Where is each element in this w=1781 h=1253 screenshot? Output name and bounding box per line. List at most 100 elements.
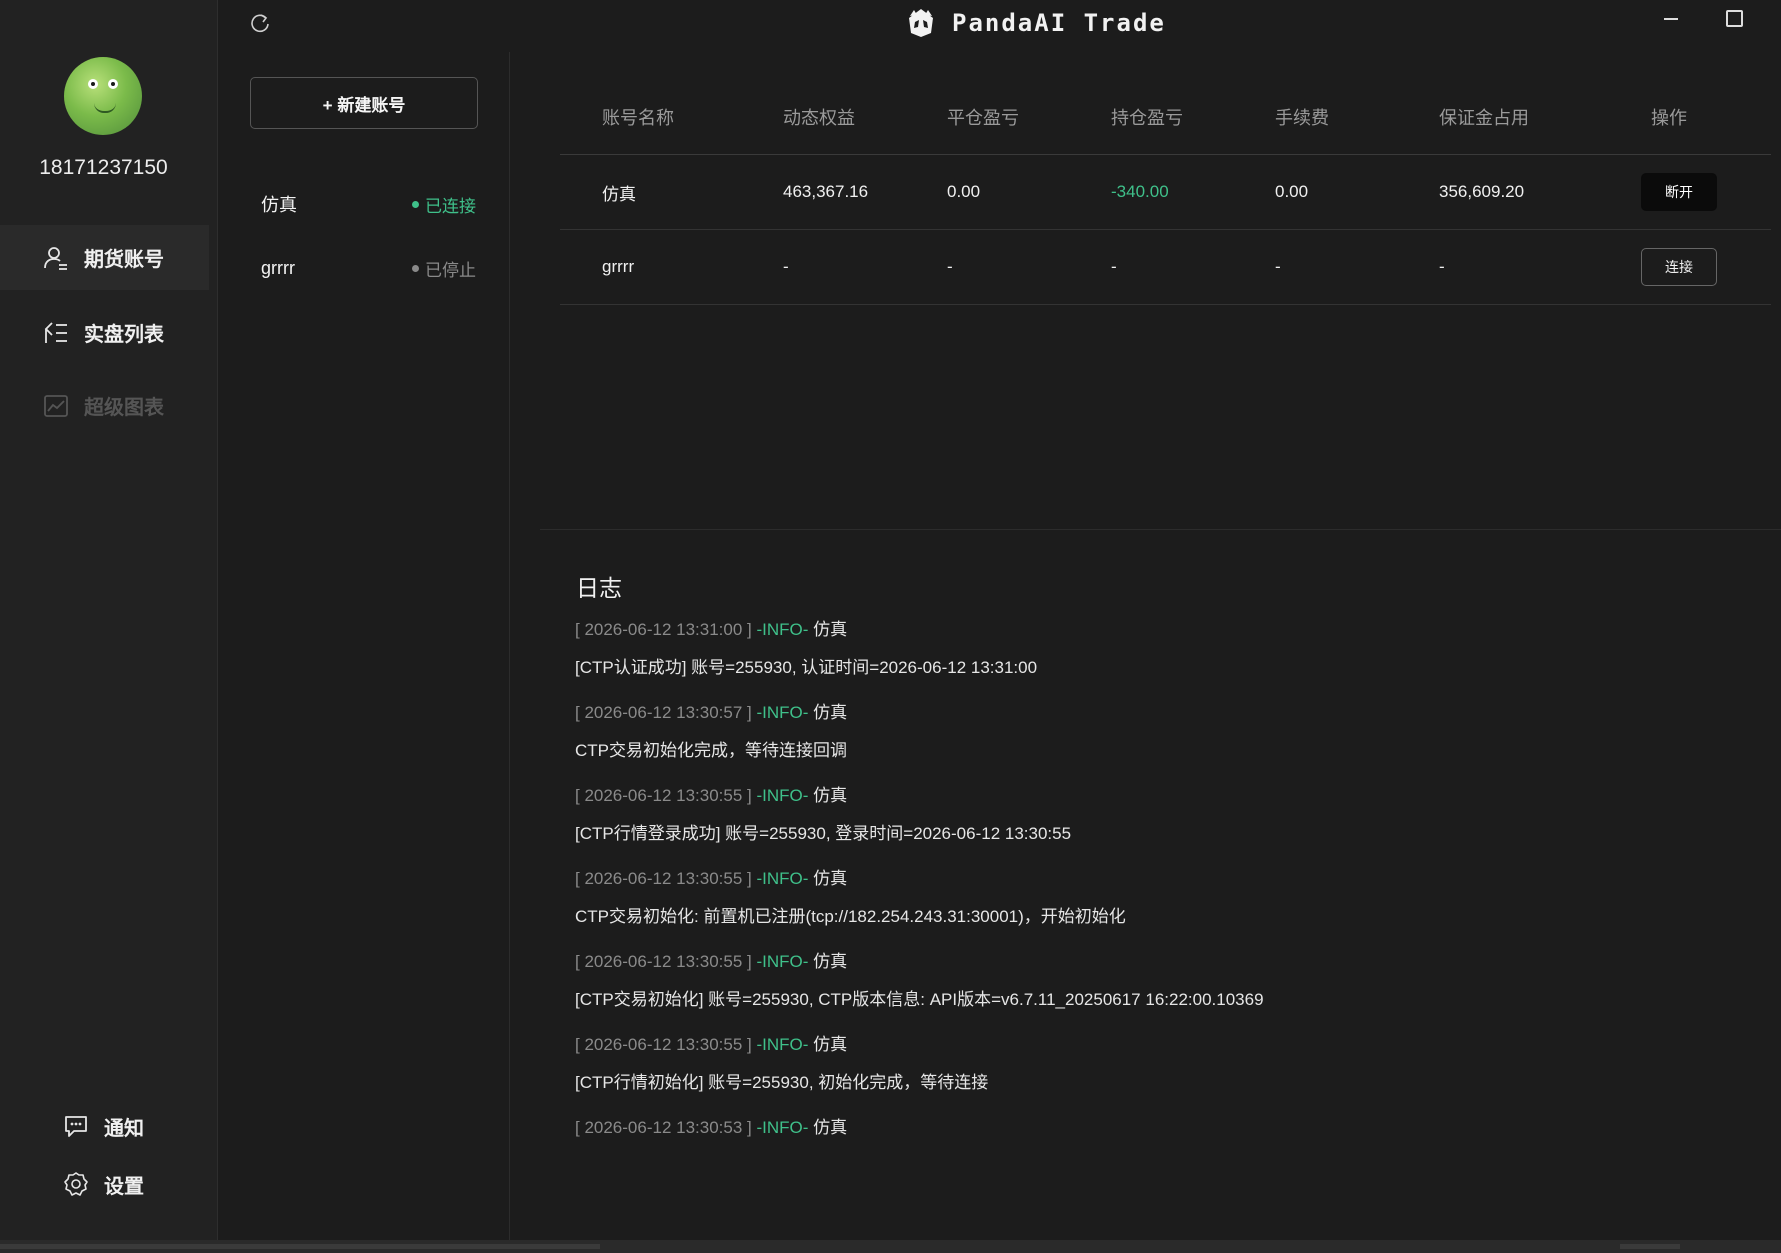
log-message: [CTP行情登录成功] 账号=255930, 登录时间=2026-06-12 1…: [575, 824, 1072, 843]
log-entry: [ 2026-06-12 13:30:53 ] -INFO- 仿真: [575, 1113, 1725, 1142]
log-message: CTP交易初始化完成，等待连接回调: [575, 741, 847, 760]
log-level: -INFO-: [756, 786, 809, 805]
nav-notifications[interactable]: 通知: [0, 1104, 217, 1148]
app-brand: PandaAI Trade: [904, 6, 1166, 40]
log-time: [ 2026-06-12 13:30:55 ]: [575, 952, 752, 971]
title-bar: PandaAI Trade: [218, 0, 1781, 52]
status-segment: [1620, 1244, 1680, 1249]
log-level: -INFO-: [756, 1035, 809, 1054]
cell-account-name: grrrr: [560, 229, 782, 305]
log-entry-header: [ 2026-06-12 13:30:55 ] -INFO- 仿真: [575, 864, 1725, 893]
col-header-position-pnl: 持仓盈亏: [1110, 80, 1274, 155]
log-panel[interactable]: [ 2026-06-12 13:31:00 ] -INFO- 仿真 [CTP认证…: [575, 615, 1725, 1180]
col-header-actions: 操作: [1613, 80, 1771, 155]
log-entry-header: [ 2026-06-12 13:31:00 ] -INFO- 仿真: [575, 615, 1725, 644]
avatar-eye: [108, 79, 118, 89]
log-entry-header: [ 2026-06-12 13:30:55 ] -INFO- 仿真: [575, 947, 1725, 976]
nav-item-label: 实盘列表: [84, 324, 164, 346]
log-source: 仿真: [813, 620, 848, 639]
cell-account-name: 仿真: [560, 154, 782, 230]
cell-fee: 0.00: [1274, 154, 1438, 230]
main-content: 账号名称 动态权益 平仓盈亏 持仓盈亏 手续费 保证金占用 操作 仿真 463,…: [510, 52, 1781, 1240]
cell-actions: 断开: [1613, 154, 1771, 230]
col-header-close-pnl: 平仓盈亏: [946, 80, 1110, 155]
cell-dynamic-equity: 463,367.16: [782, 154, 946, 230]
nav-item-super-chart: 超级图表: [0, 373, 209, 438]
log-time: [ 2026-06-12 13:30:57 ]: [575, 703, 752, 722]
col-header-fee: 手续费: [1274, 80, 1438, 155]
log-message: [CTP交易初始化] 账号=255930, CTP版本信息: API版本=v6.…: [575, 990, 1264, 1009]
log-entry: [ 2026-06-12 13:30:57 ] -INFO- 仿真 CTP交易初…: [575, 698, 1725, 765]
bottom-status-bar: [0, 1240, 1781, 1253]
nav-notifications-label: 通知: [104, 1117, 144, 1140]
gear-icon: [64, 1172, 88, 1196]
account-status-label: 已连接: [425, 196, 476, 216]
nav-item-live-list[interactable]: 实盘列表: [0, 300, 209, 365]
disconnect-button[interactable]: 断开: [1641, 173, 1717, 211]
account-status: 已停止: [412, 256, 476, 281]
log-entry: [ 2026-06-12 13:31:00 ] -INFO- 仿真 [CTP认证…: [575, 615, 1725, 682]
log-source: 仿真: [813, 703, 848, 722]
log-level: -INFO-: [756, 869, 809, 888]
new-account-button[interactable]: + 新建账号: [250, 77, 478, 129]
log-time: [ 2026-06-12 13:30:55 ]: [575, 869, 752, 888]
log-source: 仿真: [813, 1035, 848, 1054]
status-dot: [412, 200, 419, 208]
minimize-button[interactable]: [1662, 12, 1682, 28]
nav-settings-label: 设置: [104, 1175, 144, 1198]
account-item-sim[interactable]: 仿真 已连接: [261, 184, 476, 224]
maximize-button[interactable]: [1726, 10, 1743, 27]
avatar-eye: [88, 79, 98, 89]
cell-position-pnl: -: [1110, 229, 1274, 305]
connect-button[interactable]: 连接: [1641, 248, 1717, 286]
nav-item-futures-account[interactable]: 期货账号: [0, 225, 209, 290]
account-item-grrrr[interactable]: grrrr 已停止: [261, 248, 476, 288]
nav-item-label: 超级图表: [84, 397, 164, 419]
log-message: [CTP认证成功] 账号=255930, 认证时间=2026-06-12 13:…: [575, 658, 1038, 677]
log-message: [CTP行情初始化] 账号=255930, 初始化完成，等待连接: [575, 1073, 989, 1092]
log-time: [ 2026-06-12 13:30:53 ]: [575, 1118, 752, 1137]
account-status-label: 已停止: [425, 260, 476, 280]
cell-margin: -: [1438, 229, 1613, 305]
cell-dynamic-equity: -: [782, 229, 946, 305]
log-entry: [ 2026-06-12 13:30:55 ] -INFO- 仿真 [CTP行情…: [575, 781, 1725, 848]
section-divider: [540, 529, 1781, 530]
cell-close-pnl: 0.00: [946, 154, 1110, 230]
col-header-margin: 保证金占用: [1438, 80, 1613, 155]
refresh-icon[interactable]: [248, 11, 272, 35]
app-title: PandaAI Trade: [952, 9, 1166, 37]
log-message: CTP交易初始化: 前置机已注册(tcp://182.254.243.31:30…: [575, 907, 1126, 926]
cell-margin: 356,609.20: [1438, 154, 1613, 230]
log-entry-header: [ 2026-06-12 13:30:55 ] -INFO- 仿真: [575, 1030, 1725, 1059]
panda-logo-icon: [909, 9, 933, 37]
status-segment: [0, 1244, 600, 1249]
account-name: 仿真: [261, 195, 297, 215]
list-tree-icon: [44, 321, 67, 343]
log-entry-header: [ 2026-06-12 13:30:53 ] -INFO- 仿真: [575, 1113, 1725, 1142]
log-entry-header: [ 2026-06-12 13:30:55 ] -INFO- 仿真: [575, 781, 1725, 810]
log-source: 仿真: [813, 786, 848, 805]
log-level: -INFO-: [756, 620, 809, 639]
avatar[interactable]: [64, 57, 142, 135]
log-entry: [ 2026-06-12 13:30:55 ] -INFO- 仿真 [CTP交易…: [575, 947, 1725, 1014]
account-list-panel: + 新建账号 仿真 已连接 grrrr 已停止: [218, 52, 510, 1240]
log-level: -INFO-: [756, 1118, 809, 1137]
log-source: 仿真: [813, 869, 848, 888]
accounts-table: 账号名称 动态权益 平仓盈亏 持仓盈亏 手续费 保证金占用 操作 仿真 463,…: [560, 80, 1771, 305]
log-title: 日志: [576, 575, 622, 601]
message-icon: [65, 1116, 87, 1137]
log-entry: [ 2026-06-12 13:30:55 ] -INFO- 仿真 CTP交易初…: [575, 864, 1725, 931]
status-dot: [412, 264, 419, 272]
nav-settings[interactable]: 设置: [0, 1162, 217, 1206]
col-header-dynamic-equity: 动态权益: [782, 80, 946, 155]
log-level: -INFO-: [756, 703, 809, 722]
log-source: 仿真: [813, 952, 848, 971]
log-source: 仿真: [813, 1118, 848, 1137]
table-header-row: 账号名称 动态权益 平仓盈亏 持仓盈亏 手续费 保证金占用 操作: [560, 80, 1771, 155]
user-phone: 18171237150: [39, 156, 168, 179]
log-entry-header: [ 2026-06-12 13:30:57 ] -INFO- 仿真: [575, 698, 1725, 727]
left-sidebar: 18171237150 期货账号 实盘列表 超级图表 通知 设置: [0, 0, 218, 1240]
log-entry: [ 2026-06-12 13:30:55 ] -INFO- 仿真 [CTP行情…: [575, 1030, 1725, 1097]
avatar-mouth: [94, 103, 116, 113]
log-time: [ 2026-06-12 13:31:00 ]: [575, 620, 752, 639]
